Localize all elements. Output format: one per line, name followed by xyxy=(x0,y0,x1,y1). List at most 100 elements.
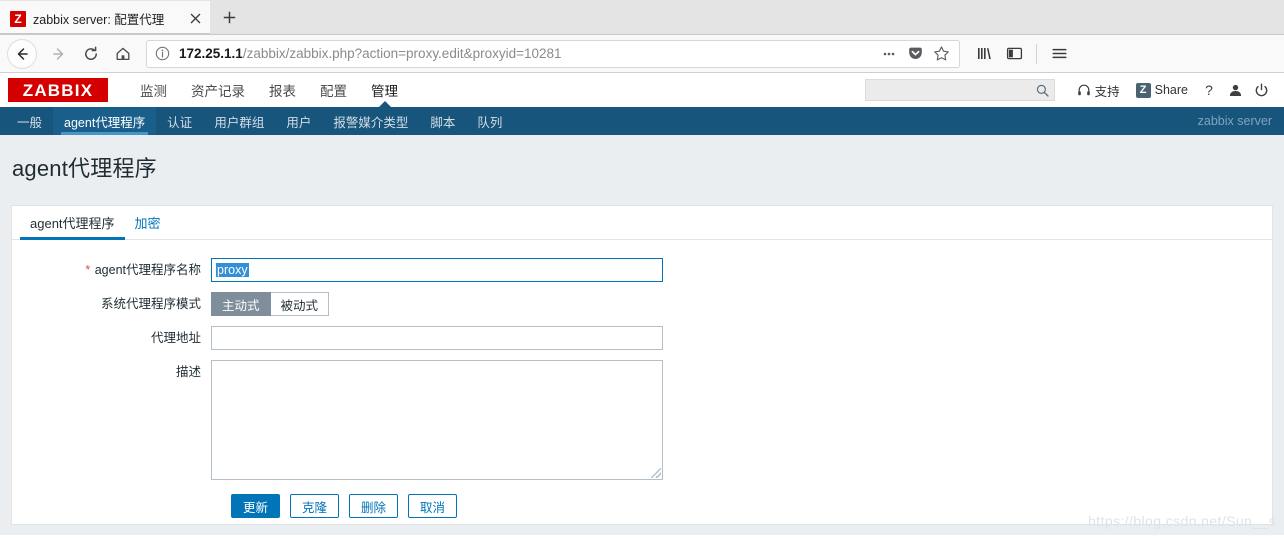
tab-encryption[interactable]: 加密 xyxy=(125,206,171,239)
reload-icon[interactable] xyxy=(76,40,106,68)
cancel-button[interactable]: 取消 xyxy=(408,494,458,518)
proxy-mode-label: 系统代理程序模式 xyxy=(12,292,211,316)
subnav-item-label: 一般 xyxy=(17,115,43,130)
url-bar-actions xyxy=(877,42,953,66)
share-link[interactable]: Z Share xyxy=(1128,75,1196,105)
subnav-item-scripts[interactable]: 脚本 xyxy=(419,107,466,135)
subnav-item-label: 用户 xyxy=(286,115,312,130)
subnav-item-user-groups[interactable]: 用户群组 xyxy=(203,107,275,135)
proxy-mode-option-active[interactable]: 主动式 xyxy=(211,292,271,316)
subnav-item-queue[interactable]: 队列 xyxy=(466,107,513,135)
button-label: 更新 xyxy=(243,500,269,515)
help-label: ? xyxy=(1205,82,1213,98)
form-row-name: * agent代理程序名称 proxy xyxy=(12,258,1272,282)
nav-item-label: 管理 xyxy=(371,84,398,99)
tab-label: 加密 xyxy=(134,216,161,231)
form-row-mode: 系统代理程序模式 主动式 被动式 xyxy=(12,292,1272,316)
subnav-item-label: 队列 xyxy=(477,115,503,130)
nav-item-label: 配置 xyxy=(320,84,347,99)
url-text: 172.25.1.1/zabbix/zabbix.php?action=prox… xyxy=(179,46,877,61)
browser-tab[interactable]: Z zabbix server: 配置代理 xyxy=(0,1,210,34)
form-row-description: 描述 xyxy=(12,360,1272,480)
nav-item-reports[interactable]: 报表 xyxy=(257,73,308,107)
delete-button[interactable]: 删除 xyxy=(349,494,399,518)
subnav-item-general[interactable]: 一般 xyxy=(6,107,53,135)
share-label: Share xyxy=(1154,83,1188,97)
browser-navigation-bar: 172.25.1.1/zabbix/zabbix.php?action=prox… xyxy=(0,35,1284,73)
browser-tab-title: zabbix server: 配置代理 xyxy=(33,13,165,27)
required-marker: * xyxy=(85,263,91,277)
bookmark-star-icon[interactable] xyxy=(929,42,953,66)
proxy-name-input[interactable]: proxy xyxy=(211,258,663,282)
subnav-item-label: 用户群组 xyxy=(214,115,265,130)
label-text: agent代理程序名称 xyxy=(94,263,201,277)
subnav-item-proxies[interactable]: agent代理程序 xyxy=(53,107,157,135)
url-bar[interactable]: 172.25.1.1/zabbix/zabbix.php?action=prox… xyxy=(146,39,960,68)
nav-item-configuration[interactable]: 配置 xyxy=(308,73,359,107)
server-name: zabbix server xyxy=(1197,114,1272,128)
sub-navigation: 一般 agent代理程序 认证 用户群组 用户 报警媒介类型 脚本 队列 zab… xyxy=(0,107,1284,135)
page-body: agent代理程序 agent代理程序 加密 * agent代理程序名称 pro… xyxy=(0,135,1284,535)
subnav-item-users[interactable]: 用户 xyxy=(275,107,322,135)
url-host: 172.25.1.1 xyxy=(179,46,243,61)
proxy-description-label: 描述 xyxy=(12,360,211,384)
option-label: 被动式 xyxy=(280,298,319,313)
update-button[interactable]: 更新 xyxy=(231,494,281,518)
nav-item-label: 报表 xyxy=(269,84,296,99)
subnav-item-authentication[interactable]: 认证 xyxy=(156,107,203,135)
headset-icon xyxy=(1077,83,1091,97)
zabbix-logo-text: ZABBIX xyxy=(22,80,94,100)
subnav-item-label: 认证 xyxy=(167,115,193,130)
nav-item-monitoring[interactable]: 监测 xyxy=(128,73,179,107)
clone-button[interactable]: 克隆 xyxy=(290,494,340,518)
new-tab-button[interactable] xyxy=(213,3,245,32)
power-icon[interactable] xyxy=(1248,75,1274,105)
help-icon[interactable]: ? xyxy=(1196,75,1222,105)
sidebar-icon[interactable] xyxy=(1000,40,1028,68)
user-icon[interactable] xyxy=(1222,75,1248,105)
watermark: https://blog.csdn.net/Sun__s xyxy=(1088,513,1276,529)
subnav-item-media-types[interactable]: 报警媒介类型 xyxy=(322,107,419,135)
search-input[interactable] xyxy=(871,82,1036,98)
forward-icon[interactable] xyxy=(44,40,74,68)
tab-label: agent代理程序 xyxy=(30,216,115,231)
zabbix-favicon: Z xyxy=(10,10,26,27)
nav-item-inventory[interactable]: 资产记录 xyxy=(179,73,257,107)
nav-item-label: 资产记录 xyxy=(191,84,245,99)
main-navigation: 监测 资产记录 报表 配置 管理 xyxy=(128,73,410,107)
pocket-icon[interactable] xyxy=(903,42,927,66)
page-title: agent代理程序 xyxy=(12,156,157,181)
support-link[interactable]: 支持 xyxy=(1069,75,1128,105)
global-search[interactable] xyxy=(864,79,1055,101)
subnav-item-label: 脚本 xyxy=(430,115,456,130)
support-label: 支持 xyxy=(1094,84,1120,99)
info-icon[interactable] xyxy=(155,46,171,62)
close-icon[interactable] xyxy=(186,10,204,28)
browser-toolbar-right xyxy=(970,40,1073,68)
proxy-name-label: * agent代理程序名称 xyxy=(12,258,211,282)
browser-tab-strip: Z zabbix server: 配置代理 xyxy=(0,0,1284,35)
zabbix-header: ZABBIX 监测 资产记录 报表 配置 管理 支持 Z Share ? xyxy=(0,73,1284,107)
nav-item-administration[interactable]: 管理 xyxy=(359,73,410,107)
proxy-form: * agent代理程序名称 proxy 系统代理程序模式 主动式 被动式 代理地… xyxy=(12,240,1272,518)
menu-icon[interactable] xyxy=(1045,40,1073,68)
nav-item-label: 监测 xyxy=(140,84,167,99)
page-actions-icon[interactable] xyxy=(877,42,901,66)
button-label: 取消 xyxy=(420,500,446,515)
proxy-mode-option-passive[interactable]: 被动式 xyxy=(270,292,330,316)
button-label: 删除 xyxy=(361,500,387,515)
home-icon[interactable] xyxy=(108,40,138,68)
label-text: 描述 xyxy=(175,365,201,379)
button-label: 克隆 xyxy=(302,500,328,515)
option-label: 主动式 xyxy=(222,298,260,313)
tab-proxy[interactable]: agent代理程序 xyxy=(20,206,125,240)
library-icon[interactable] xyxy=(970,40,998,68)
zabbix-logo[interactable]: ZABBIX xyxy=(8,78,108,102)
url-path: /zabbix/zabbix.php?action=proxy.edit&pro… xyxy=(242,46,562,61)
proxy-address-control xyxy=(211,326,1272,350)
back-icon[interactable] xyxy=(8,39,36,68)
proxy-description-textarea[interactable] xyxy=(211,360,663,480)
resize-grip-icon[interactable] xyxy=(651,468,661,478)
proxy-mode-toggle: 主动式 被动式 xyxy=(211,292,1272,316)
proxy-address-input[interactable] xyxy=(211,326,663,350)
